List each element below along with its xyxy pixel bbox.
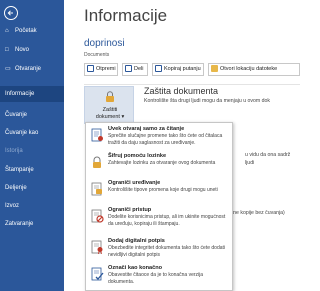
open-location-button[interactable]: Otvori lokaciju datoteke [208, 63, 300, 76]
backstage-sidebar: ⌂ Početak □ Novo ▭ Otvaranje Informacije Ču… [0, 0, 64, 291]
document-path: Documents [84, 52, 110, 58]
protect-button-label-2: dokument ▾ [95, 114, 125, 120]
nav-history[interactable]: Istorija [0, 143, 64, 159]
nav-new[interactable]: □ Novo [0, 42, 64, 58]
page-title: Informacije [84, 6, 168, 25]
upload-icon [87, 65, 94, 73]
menu-item-encrypt[interactable]: Šifruj pomoću lozinke Zahtevajte lozinku… [86, 152, 232, 178]
inspect-desc-partial-2: ljudi [245, 160, 255, 166]
digital-signature-icon [91, 240, 103, 254]
nav-open[interactable]: ▭ Otvaranje [0, 61, 64, 77]
versions-desc-partial: rtne kopije bez čuvanja) [230, 210, 285, 216]
read-only-icon [91, 128, 103, 142]
nav-print[interactable]: Štampanje [0, 162, 64, 178]
divider [84, 84, 300, 85]
copy-link-icon [155, 65, 162, 73]
folder-icon [211, 65, 218, 73]
new-document-icon: □ [5, 47, 9, 53]
restrict-access-icon [91, 209, 104, 223]
nav-close[interactable]: Zatvaranje [0, 216, 64, 232]
nav-save[interactable]: Čuvanje [0, 107, 64, 123]
folder-open-icon: ▭ [5, 66, 11, 72]
mark-final-icon [91, 267, 104, 281]
copy-path-button[interactable]: Kopiraj putanju [152, 63, 204, 76]
document-name: doprinosi [84, 38, 125, 49]
menu-item-read-only[interactable]: Uvek otvaraj samo za čitanje Sprečite sl… [86, 125, 232, 151]
back-arrow-icon [7, 10, 13, 16]
protect-section-title: Zaštita dokumenta [144, 86, 219, 96]
protect-document-button[interactable]: Zaštiti dokument ▾ [84, 86, 134, 124]
nav-info[interactable]: Informacije [0, 86, 64, 102]
lock-key-icon [93, 156, 101, 168]
nav-home[interactable]: ⌂ Početak [0, 23, 64, 39]
menu-item-digital-signature[interactable]: Dodaj digitalni potpis Obezbedite integr… [86, 237, 232, 263]
protect-section-desc: Kontrolište šta drugi ljudi mogu da menj… [144, 98, 271, 104]
chevron-down-icon: ▾ [121, 114, 125, 120]
menu-item-restrict-access[interactable]: Ograniči pristup Dodelite korisnicima pr… [86, 206, 232, 232]
inspect-desc-partial: u vidu da ona sadrž [245, 152, 291, 158]
lock-icon [106, 91, 114, 102]
protect-document-menu: Uvek otvaraj samo za čitanje Sprečite sl… [85, 122, 233, 291]
back-button[interactable] [4, 6, 18, 20]
protect-button-label-1: Zaštiti [102, 107, 118, 113]
home-icon: ⌂ [5, 28, 9, 34]
nav-save-as[interactable]: Čuvanje kao [0, 125, 64, 141]
share-icon [125, 65, 132, 73]
upload-button[interactable]: Otpremi [84, 63, 118, 76]
menu-item-restrict-editing[interactable]: Ograniči uređivanje Kontrolišite tipove … [86, 179, 232, 205]
nav-export[interactable]: Izvoz [0, 198, 64, 214]
menu-item-mark-final[interactable]: Označi kao konačno Obavestite čitaoce da… [86, 264, 232, 290]
nav-share[interactable]: Deljenje [0, 180, 64, 196]
share-button[interactable]: Deli [122, 63, 148, 76]
restrict-editing-icon [91, 182, 102, 196]
